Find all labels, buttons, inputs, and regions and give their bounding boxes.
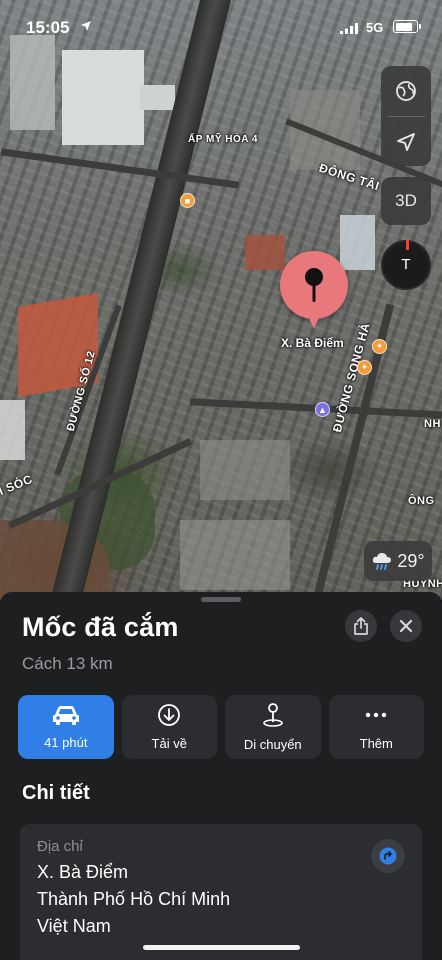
place-distance: Cách 13 km (22, 654, 113, 673)
more-icon (366, 712, 387, 718)
building-block (245, 235, 285, 270)
address-caption: Địa chỉ (37, 838, 83, 855)
poi-hotel-icon[interactable]: ▲ (315, 402, 330, 417)
details-heading: Chi tiết (22, 782, 90, 804)
map-mode-button[interactable] (381, 66, 431, 116)
status-bar: 15:05 5G (0, 0, 442, 50)
location-arrow-icon (397, 133, 415, 151)
dropped-pin[interactable] (280, 251, 348, 329)
pin-label: X. Bà Điểm (281, 336, 344, 350)
action-buttons: 41 phút Tải về Di chuyển Thêm (18, 695, 424, 759)
close-icon (399, 619, 413, 633)
network-type: 5G (366, 20, 384, 35)
car-icon (52, 706, 79, 725)
signal-icon (340, 23, 358, 34)
download-label: Tải về (151, 736, 187, 751)
satellite-map[interactable]: ẤP MỸ HÒA 4 ĐÔNG TÂI ĐƯỜNG SỐ 12 ĐƯỜNG S… (0, 0, 442, 600)
address-card[interactable]: Địa chỉ X. Bà Điểm Thành Phố Hồ Chí Minh… (20, 824, 422, 960)
share-icon (354, 617, 368, 635)
address-directions-button[interactable] (371, 839, 405, 873)
weather-badge: 29° (364, 541, 432, 581)
poi-bus-icon[interactable]: ■ (180, 193, 195, 208)
more-button[interactable]: Thêm (328, 695, 424, 759)
building-block (340, 215, 375, 270)
warehouse-roof (62, 50, 144, 145)
more-label: Thêm (359, 736, 393, 751)
map-controls (381, 66, 431, 166)
battery-icon (393, 20, 421, 33)
three-d-button[interactable]: 3D (381, 177, 431, 225)
pin-icon (305, 268, 323, 302)
track-location-button[interactable] (381, 117, 431, 167)
move-pin-button[interactable]: Di chuyển (225, 695, 321, 759)
building-block (180, 520, 290, 590)
share-button[interactable] (345, 610, 377, 642)
poi-restaurant-icon[interactable]: ✦ (372, 339, 387, 354)
download-icon (158, 704, 181, 726)
address-line-3: Việt Nam (37, 916, 111, 936)
place-sheet: Mốc đã cắm Cách 13 km 41 phút Tải về Di … (0, 592, 442, 960)
label-ap-my-hoa: ẤP MỸ HÒA 4 (188, 134, 258, 145)
turn-arrow-icon (379, 847, 397, 865)
label-nh: NH (424, 418, 441, 430)
directions-label: 41 phút (44, 735, 88, 750)
location-services-icon (81, 21, 91, 31)
weather-temperature: 29° (397, 550, 425, 571)
directions-button[interactable]: 41 phút (18, 695, 114, 759)
poi-restaurant-icon[interactable]: ✦ (357, 360, 372, 375)
home-indicator[interactable] (143, 945, 300, 950)
move-pin-label: Di chuyển (243, 737, 302, 752)
sheet-grabber[interactable] (201, 597, 241, 602)
status-time: 15:05 (26, 18, 70, 37)
building-block (200, 440, 290, 500)
building-block (0, 400, 25, 460)
warehouse-roof (140, 85, 175, 110)
label-hoc-mon: I SÓC (0, 471, 35, 499)
label-ong: ÔNG (408, 495, 435, 507)
download-button[interactable]: Tải về (121, 695, 217, 759)
compass[interactable]: T (381, 240, 431, 290)
place-title: Mốc đã cắm (22, 612, 179, 642)
globe-icon (396, 81, 416, 101)
road (0, 148, 240, 189)
move-pin-icon (262, 703, 283, 727)
close-button[interactable] (390, 610, 422, 642)
address-line-1: X. Bà Điểm (37, 862, 129, 882)
address-line-2: Thành Phố Hồ Chí Minh (37, 889, 231, 909)
cloud-rain-icon (373, 553, 392, 570)
compass-label: T (401, 256, 411, 273)
